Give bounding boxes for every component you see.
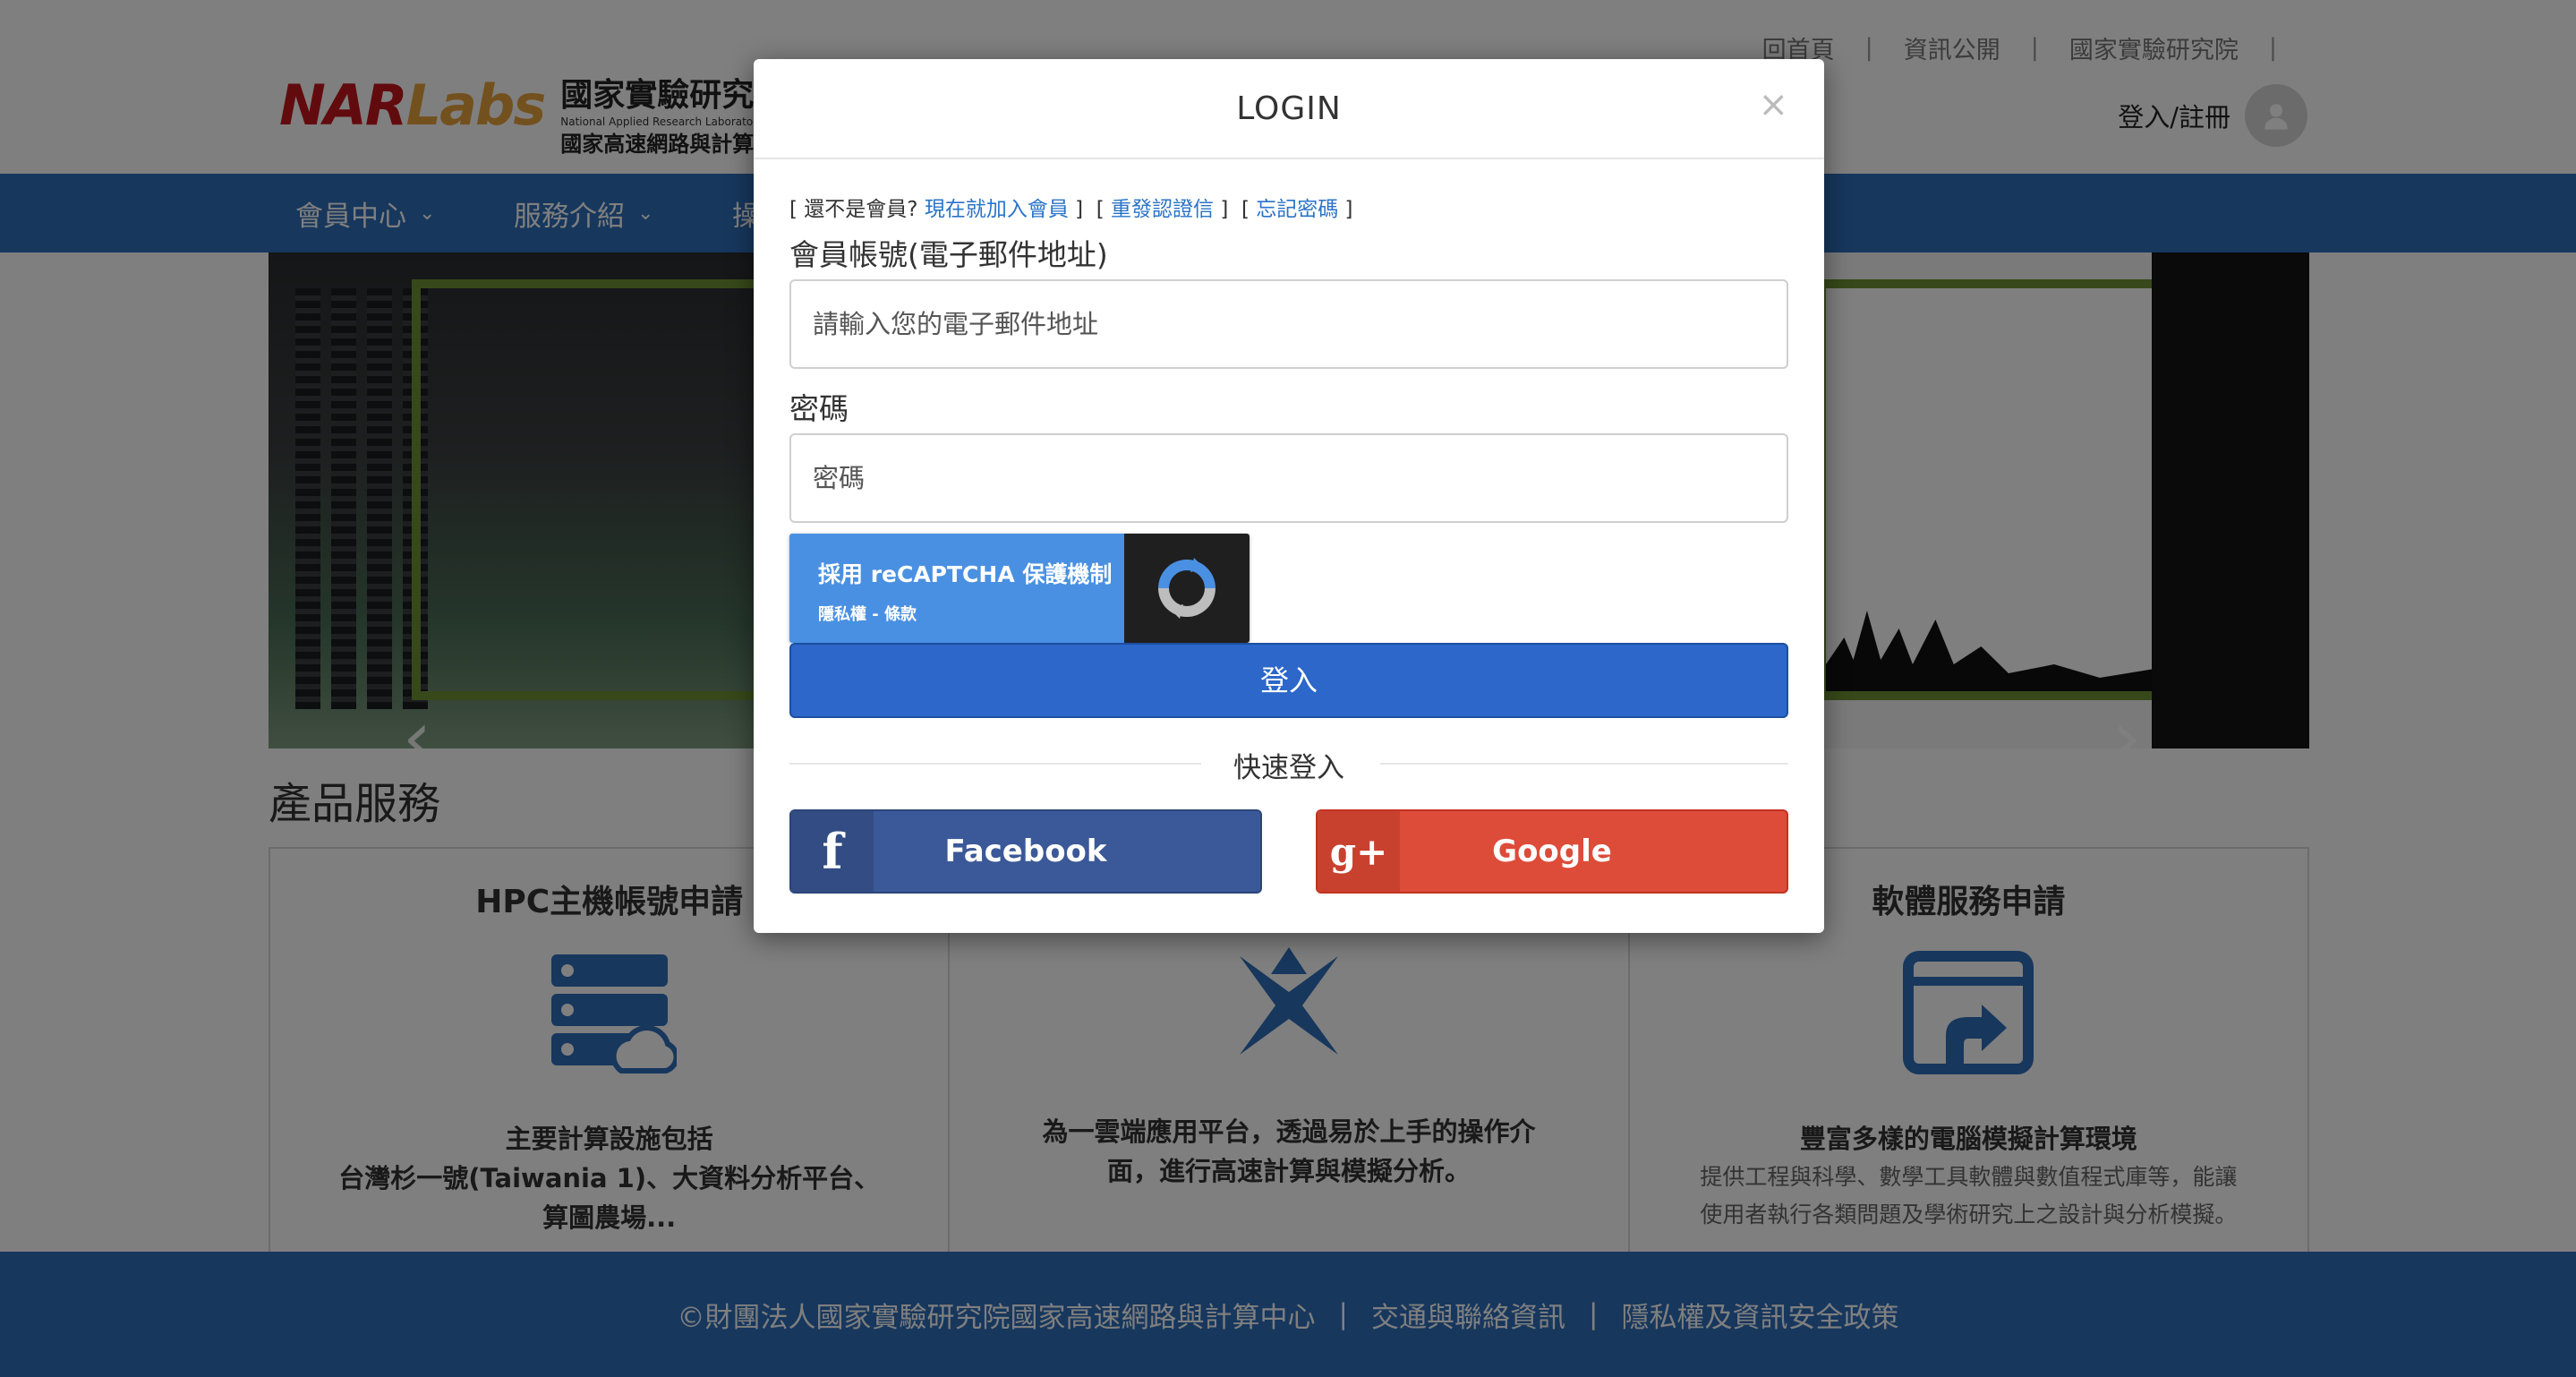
quick-login-label: 快速登入 <box>1233 752 1344 784</box>
close-icon[interactable]: × <box>1758 84 1788 125</box>
recaptcha-icon <box>1124 534 1250 643</box>
recaptcha-badge[interactable]: 採用 reCAPTCHA 保護機制 隱私權 - 條款 <box>789 534 1250 643</box>
modal-header: LOGIN × <box>754 59 1824 159</box>
quick-login-divider: 快速登入 <box>789 745 1788 784</box>
recaptcha-label: 採用 reCAPTCHA 保護機制 <box>818 561 1113 587</box>
resend-verification-link[interactable]: 重發認證信 <box>1111 198 1214 221</box>
modal-body: [ 還不是會員? 現在就加入會員 ] [ 重發認證信 ] [ 忘記密碼 ] 會員… <box>754 192 1824 894</box>
password-label: 密碼 <box>789 391 849 426</box>
google-plus-icon: g+ <box>1318 811 1400 892</box>
facebook-login-button[interactable]: f Facebook <box>789 809 1262 894</box>
email-field[interactable] <box>789 279 1788 369</box>
login-modal: LOGIN × [ 還不是會員? 現在就加入會員 ] [ 重發認證信 ] [ 忘… <box>754 59 1824 933</box>
facebook-icon: f <box>791 811 874 892</box>
facebook-label: Facebook <box>944 834 1107 869</box>
not-member-text: 還不是會員? <box>804 198 918 221</box>
join-member-link[interactable]: 現在就加入會員 <box>925 198 1069 221</box>
account-label: 會員帳號(電子郵件地址) <box>789 237 1108 272</box>
social-login-buttons: f Facebook g+ Google <box>789 809 1788 894</box>
modal-title: LOGIN <box>1236 90 1342 127</box>
account-links: [ 還不是會員? 現在就加入會員 ] [ 重發認證信 ] [ 忘記密碼 ] <box>789 198 1353 221</box>
recaptcha-links[interactable]: 隱私權 - 條款 <box>818 602 1124 625</box>
password-field[interactable] <box>789 433 1788 523</box>
google-label: Google <box>1492 834 1612 869</box>
forgot-password-link[interactable]: 忘記密碼 <box>1256 198 1338 221</box>
google-login-button[interactable]: g+ Google <box>1316 809 1788 894</box>
login-button[interactable]: 登入 <box>789 643 1788 718</box>
